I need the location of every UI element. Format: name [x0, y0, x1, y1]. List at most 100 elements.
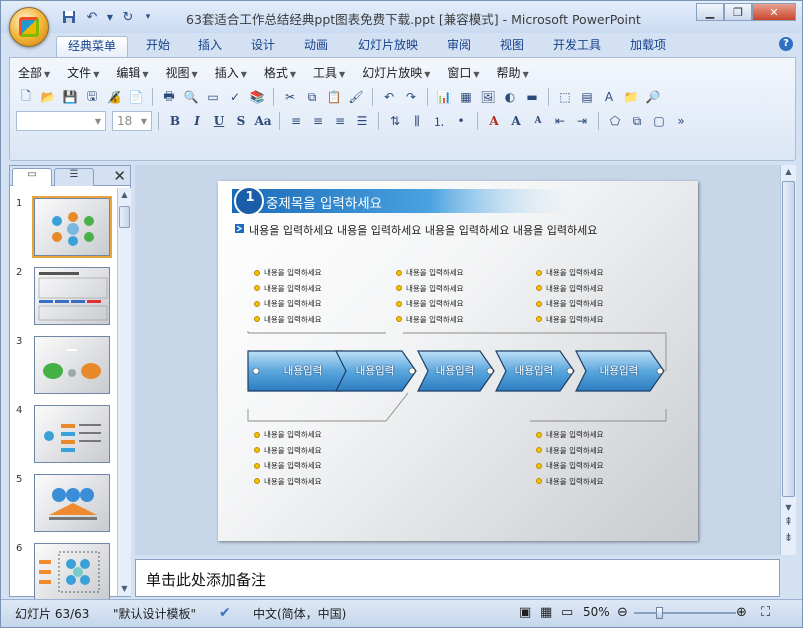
slide-thumbnail[interactable]: 3 [14, 336, 118, 396]
open-folder-icon[interactable]: 📁 [621, 87, 641, 107]
clip-art-icon[interactable]: 🖼 [478, 87, 498, 107]
scroll-down-icon[interactable]: ▼ [118, 582, 131, 596]
tab-slideshow[interactable]: 幻灯片放映 [346, 36, 430, 57]
menu-insert[interactable]: 插入 ▼ [215, 64, 256, 81]
undo-icon[interactable]: ↶ [379, 87, 399, 107]
slide-layout-icon[interactable]: ▤ [577, 87, 597, 107]
close-panel-icon[interactable]: ✕ [113, 167, 126, 185]
more-icon[interactable]: » [671, 111, 691, 131]
redo-icon[interactable]: ↻ [118, 8, 138, 26]
menu-tools[interactable]: 工具 ▼ [313, 64, 354, 81]
show-formatting-icon[interactable]: ▬ [522, 87, 542, 107]
menu-edit[interactable]: 编辑 ▼ [116, 64, 157, 81]
change-case-icon[interactable]: Aa [253, 111, 273, 131]
color-grayscale-icon[interactable]: ◐ [500, 87, 520, 107]
cut-icon[interactable]: ✂ [280, 87, 300, 107]
insert-chart-icon[interactable]: 📊 [434, 87, 454, 107]
fit-to-window-icon[interactable]: ⛶ [761, 605, 770, 620]
slide-thumbnail[interactable]: 4 [14, 405, 118, 465]
slide-thumbnail[interactable]: 5 [14, 474, 118, 534]
normal-view-icon[interactable]: ▣ [519, 605, 531, 620]
scrollbar-thumb[interactable] [119, 206, 130, 228]
slide-thumbnail[interactable]: 1 [14, 196, 118, 258]
tab-developer[interactable]: 开发工具 [541, 36, 613, 57]
slideshow-view-icon[interactable]: ▭ [561, 605, 573, 620]
shape-fill-icon[interactable]: ▢ [649, 111, 669, 131]
scroll-up-icon[interactable]: ▲ [118, 188, 131, 202]
office-button[interactable] [9, 7, 49, 47]
numbering-icon[interactable]: ⒈ [429, 111, 449, 131]
bold-icon[interactable]: B [165, 111, 185, 131]
zoom-out-icon[interactable]: ⊖ [617, 605, 628, 620]
slides-scrollbar[interactable]: ▲ ▼ [117, 188, 131, 596]
arrange-icon[interactable]: ⧉ [627, 111, 647, 131]
slide-thumbnail[interactable]: 6 [14, 543, 118, 603]
scroll-down-icon[interactable]: ▼ [781, 501, 796, 515]
align-left-icon[interactable]: ≡ [286, 111, 306, 131]
main-scrollbar[interactable]: ▲ ▼ ⇞ ⇟ [780, 165, 796, 555]
italic-icon[interactable]: I [187, 111, 207, 131]
menu-slideshow[interactable]: 幻灯片放映 ▼ [362, 64, 439, 81]
scroll-up-icon[interactable]: ▲ [781, 165, 796, 179]
menu-format[interactable]: 格式 ▼ [264, 64, 305, 81]
page-setup-icon[interactable]: ▭ [203, 87, 223, 107]
maximize-button[interactable]: ❐ [724, 3, 752, 21]
underline-icon[interactable]: U [209, 111, 229, 131]
tab-view[interactable]: 视图 [488, 36, 536, 57]
menu-file[interactable]: 文件 ▼ [67, 64, 108, 81]
research-icon[interactable]: 📚 [247, 87, 267, 107]
shrink-font-icon[interactable]: A [528, 111, 548, 131]
zoom-in-icon[interactable]: ⊕ [736, 605, 747, 620]
font-size-combo[interactable]: 18 ▼ [112, 111, 152, 131]
language[interactable]: 中文(简体，中国) [253, 605, 346, 622]
increase-indent-icon[interactable]: ⇥ [572, 111, 592, 131]
notes-pane[interactable]: 单击此处添加备注 [135, 559, 780, 597]
help-icon[interactable]: ? [779, 37, 793, 51]
tab-design[interactable]: 设计 [239, 36, 287, 57]
slide-canvas[interactable]: 1 중제목을 입력하세요 내용을 입력하세요 내용을 입력하세요 내용을 입력하… [218, 181, 698, 541]
text-box-icon[interactable]: A [599, 87, 619, 107]
copy-icon[interactable]: ⧉ [302, 87, 322, 107]
scrollbar-thumb[interactable] [782, 181, 795, 497]
open-folder-icon[interactable]: 📂 [38, 87, 58, 107]
align-right-icon[interactable]: ≡ [330, 111, 350, 131]
print-preview-icon[interactable]: 🔍 [181, 87, 201, 107]
previous-slide-icon[interactable]: ⇞ [781, 515, 796, 529]
tab-insert[interactable]: 插入 [186, 36, 234, 57]
font-color-icon[interactable]: A [484, 111, 504, 131]
spelling-icon[interactable]: ✓ [225, 87, 245, 107]
bullets-icon[interactable]: • [451, 111, 471, 131]
export-pdf-icon[interactable]: 📄 [126, 87, 146, 107]
chevron-down-icon[interactable]: ▼ [105, 8, 115, 26]
new-file-icon[interactable]: 🗋 [16, 87, 36, 107]
zoom-slider[interactable] [634, 607, 736, 619]
zoom-search-icon[interactable]: 🔎 [643, 87, 663, 107]
spell-check-icon[interactable]: ✔ [219, 605, 231, 621]
tab-slides-icon[interactable]: ▭ [12, 168, 52, 186]
grow-font-icon[interactable]: A [506, 111, 526, 131]
tab-addins[interactable]: 加载项 [618, 36, 678, 57]
align-center-icon[interactable]: ≡ [308, 111, 328, 131]
text-direction-icon[interactable]: ⇅ [385, 111, 405, 131]
columns-icon[interactable]: ⫼ [407, 111, 427, 131]
permission-icon[interactable]: 🔏 [104, 87, 124, 107]
justify-icon[interactable]: ☰ [352, 111, 372, 131]
save-as-icon[interactable]: 🖫 [82, 87, 102, 107]
tab-home[interactable]: 开始 [134, 36, 182, 57]
paste-icon[interactable]: 📋 [324, 87, 344, 107]
slide-thumbnail[interactable]: 2 [14, 267, 118, 327]
minimize-button[interactable]: ▁ [696, 3, 724, 21]
tab-classic-menu[interactable]: 经典菜单 [56, 36, 128, 57]
customize-qat-icon[interactable]: ▾ [141, 8, 155, 26]
font-name-combo[interactable]: ▼ [16, 111, 106, 131]
redo-icon[interactable]: ↷ [401, 87, 421, 107]
menu-view[interactable]: 视图 ▼ [166, 64, 207, 81]
tab-outline-icon[interactable]: ☰ [54, 168, 94, 186]
format-painter-icon[interactable]: 🖌 [346, 87, 366, 107]
zoom-level[interactable]: 50% [583, 605, 610, 619]
print-icon[interactable]: 🖶 [159, 87, 179, 107]
theme-name[interactable]: "默认设计模板" [113, 605, 196, 622]
menu-all[interactable]: 全部 ▼ [18, 64, 59, 81]
save-icon[interactable] [59, 8, 79, 26]
next-slide-icon[interactable]: ⇟ [781, 531, 796, 545]
